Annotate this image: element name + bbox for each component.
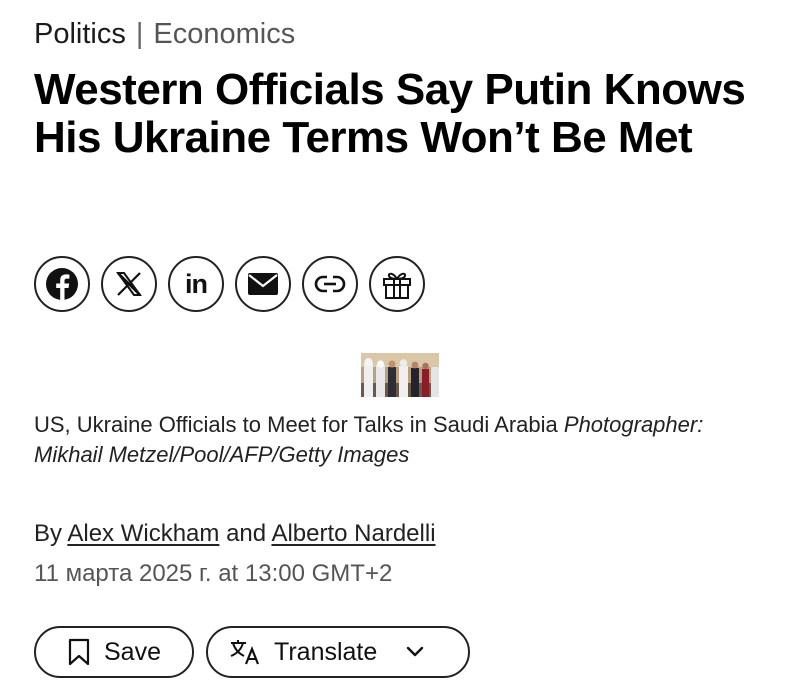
save-button[interactable]: Save bbox=[34, 626, 194, 678]
gift-icon bbox=[383, 272, 411, 299]
chevron-down-icon bbox=[407, 646, 424, 657]
share-email-button[interactable] bbox=[235, 256, 291, 312]
translate-icon bbox=[230, 640, 260, 665]
save-label: Save bbox=[104, 637, 161, 666]
article-actions: Save Translate bbox=[34, 626, 470, 678]
link-icon bbox=[314, 275, 346, 293]
caption-text: US, Ukraine Officials to Meet for Talks … bbox=[34, 412, 558, 437]
byline-prefix: By bbox=[34, 520, 63, 547]
publish-date: 11 марта 2025 г. at 13:00 GMT+2 bbox=[34, 560, 393, 587]
article-headline: Western Officials Say Putin Knows His Uk… bbox=[34, 65, 746, 162]
facebook-icon bbox=[46, 268, 78, 301]
article-photo[interactable] bbox=[361, 353, 439, 397]
copy-link-button[interactable] bbox=[302, 256, 358, 312]
share-linkedin-button[interactable]: in bbox=[168, 256, 224, 312]
bookmark-icon bbox=[68, 638, 90, 666]
breadcrumb-section-politics[interactable]: Politics bbox=[34, 16, 126, 52]
breadcrumb-section-economics[interactable]: Economics bbox=[153, 16, 295, 52]
share-x-button[interactable] bbox=[101, 256, 157, 312]
translate-button[interactable]: Translate bbox=[206, 626, 470, 678]
share-facebook-button[interactable] bbox=[34, 256, 90, 312]
author-link-alex-wickham[interactable]: Alex Wickham bbox=[67, 520, 219, 547]
author-link-alberto-nardelli[interactable]: Alberto Nardelli bbox=[271, 520, 435, 547]
photo-caption: US, Ukraine Officials to Meet for Talks … bbox=[34, 410, 764, 470]
email-icon bbox=[248, 273, 278, 295]
linkedin-icon: in bbox=[185, 268, 208, 299]
gift-article-button[interactable] bbox=[369, 256, 425, 312]
share-bar: in bbox=[34, 256, 425, 312]
translate-label: Translate bbox=[274, 637, 378, 666]
byline: By Alex Wickham and Alberto Nardelli bbox=[34, 518, 436, 550]
breadcrumb-separator: | bbox=[135, 18, 144, 50]
byline-conjunction: and bbox=[226, 520, 267, 547]
x-icon bbox=[116, 272, 142, 296]
breadcrumb: Politics | Economics bbox=[34, 16, 295, 52]
